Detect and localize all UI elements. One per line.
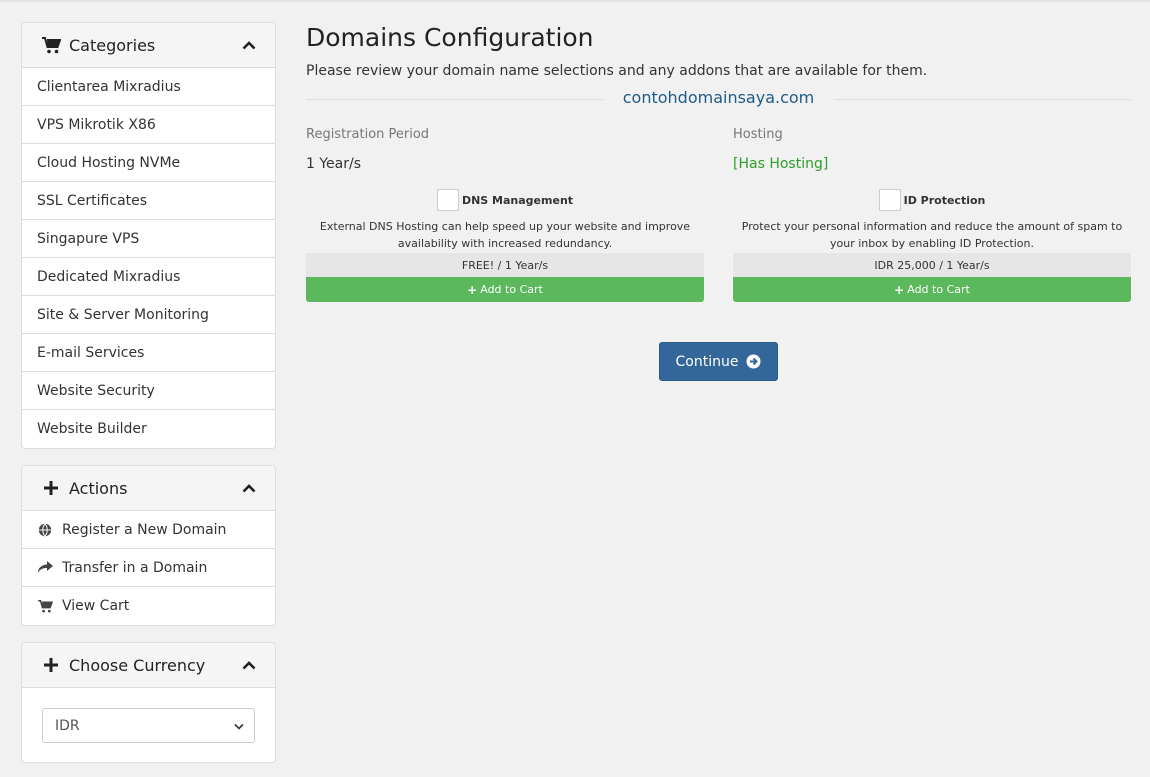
continue-button[interactable]: Continue — [658, 342, 779, 381]
add-to-cart-id-protection-button[interactable]: + Add to Cart — [733, 277, 1131, 302]
action-register-domain[interactable]: Register a New Domain — [22, 511, 275, 549]
currency-heading[interactable]: Choose Currency — [22, 643, 275, 688]
hosting-label: Hosting — [733, 127, 783, 142]
category-item-monitoring[interactable]: Site & Server Monitoring — [22, 296, 275, 334]
continue-label: Continue — [675, 353, 739, 370]
category-label: E-mail Services — [37, 344, 145, 361]
category-label: Website Builder — [37, 421, 147, 437]
share-arrow-icon — [37, 560, 53, 576]
plus-icon — [41, 656, 61, 674]
category-label: Cloud Hosting NVMe — [37, 154, 181, 171]
currency-selected: IDR — [55, 717, 80, 734]
cart-icon — [37, 598, 53, 614]
action-label: View Cart — [62, 598, 130, 614]
addon-price: FREE! / 1 Year/s — [306, 253, 704, 277]
action-transfer-domain[interactable]: Transfer in a Domain — [22, 549, 275, 587]
category-label: VPS Mikrotik X86 — [37, 116, 156, 133]
arrow-circle-right-icon — [746, 354, 761, 369]
category-item-vps-mikrotik[interactable]: VPS Mikrotik X86 — [22, 106, 275, 144]
action-label: Register a New Domain — [62, 521, 227, 538]
chevron-up-icon[interactable] — [241, 657, 257, 673]
currency-title: Choose Currency — [69, 655, 206, 675]
category-item-clientarea[interactable]: Clientarea Mixradius — [22, 68, 275, 106]
currency-body: IDR — [22, 688, 275, 762]
categories-panel: Categories Clientarea Mixradius VPS Mikr… — [21, 22, 276, 449]
addon-price: IDR 25,000 / 1 Year/s — [733, 253, 1131, 277]
category-item-email[interactable]: E-mail Services — [22, 334, 275, 372]
actions-heading[interactable]: Actions — [22, 466, 275, 511]
main-content: Domains Configuration Please review your… — [306, 22, 1131, 381]
cart-icon — [41, 36, 61, 54]
registration-period-label: Registration Period — [306, 127, 430, 142]
category-label: Website Security — [37, 382, 155, 399]
domain-divider: contohdomainsaya.com — [306, 84, 1131, 114]
addon-name: DNS Management — [461, 193, 574, 207]
config-columns: Registration Period 1 Year/s DNS Managem… — [306, 127, 1131, 302]
category-item-ssl[interactable]: SSL Certificates — [22, 182, 275, 220]
currency-select[interactable]: IDR — [42, 708, 255, 743]
left-column: Registration Period 1 Year/s DNS Managem… — [306, 127, 704, 302]
currency-panel: Choose Currency IDR — [21, 642, 276, 763]
plus-icon: + — [467, 282, 478, 297]
actions-title: Actions — [69, 478, 128, 498]
domain-name: contohdomainsaya.com — [602, 88, 835, 107]
registration-period-value: 1 Year/s — [306, 156, 362, 172]
categories-heading[interactable]: Categories — [22, 23, 275, 68]
addon-header-dns: DNS Management — [306, 188, 704, 212]
addon-name: ID Protection — [903, 193, 986, 207]
add-to-cart-label: Add to Cart — [480, 283, 543, 296]
globe-icon — [37, 522, 53, 538]
plus-icon: + — [894, 282, 905, 297]
addon-header-id-protection: ID Protection — [733, 188, 1131, 212]
right-column: Hosting [Has Hosting] ID Protection Prot… — [733, 127, 1131, 302]
chevron-down-icon — [234, 718, 244, 734]
actions-panel: Actions Register a New Domain Transfer i… — [21, 465, 276, 626]
chevron-up-icon[interactable] — [241, 480, 257, 496]
dns-management-checkbox[interactable] — [436, 189, 459, 211]
category-item-singapure-vps[interactable]: Singapure VPS — [22, 220, 275, 258]
categories-title: Categories — [69, 35, 156, 55]
category-label: Clientarea Mixradius — [37, 78, 181, 95]
category-item-dedicated[interactable]: Dedicated Mixradius — [22, 258, 275, 296]
category-label: Singapure VPS — [37, 230, 140, 247]
addon-description: External DNS Hosting can help speed up y… — [319, 220, 691, 250]
action-view-cart[interactable]: View Cart — [22, 587, 275, 625]
category-label: SSL Certificates — [37, 192, 148, 209]
page-subtitle: Please review your domain name selection… — [306, 63, 928, 79]
category-item-security[interactable]: Website Security — [22, 372, 275, 410]
category-item-cloud-hosting[interactable]: Cloud Hosting NVMe — [22, 144, 275, 182]
category-label: Dedicated Mixradius — [37, 268, 181, 285]
add-to-cart-label: Add to Cart — [907, 283, 970, 296]
category-item-builder[interactable]: Website Builder — [22, 410, 275, 448]
id-protection-checkbox[interactable] — [878, 189, 901, 211]
addon-description: Protect your personal information and re… — [741, 220, 1123, 250]
action-label: Transfer in a Domain — [62, 559, 208, 576]
sidebar: Categories Clientarea Mixradius VPS Mikr… — [21, 22, 276, 777]
category-label: Site & Server Monitoring — [37, 306, 209, 323]
add-to-cart-dns-button[interactable]: + Add to Cart — [306, 277, 704, 302]
continue-wrap: Continue — [306, 342, 1131, 381]
chevron-up-icon[interactable] — [241, 37, 257, 53]
page-title: Domains Configuration — [306, 23, 594, 52]
plus-icon — [41, 479, 61, 497]
hosting-value[interactable]: [Has Hosting] — [733, 155, 1131, 173]
